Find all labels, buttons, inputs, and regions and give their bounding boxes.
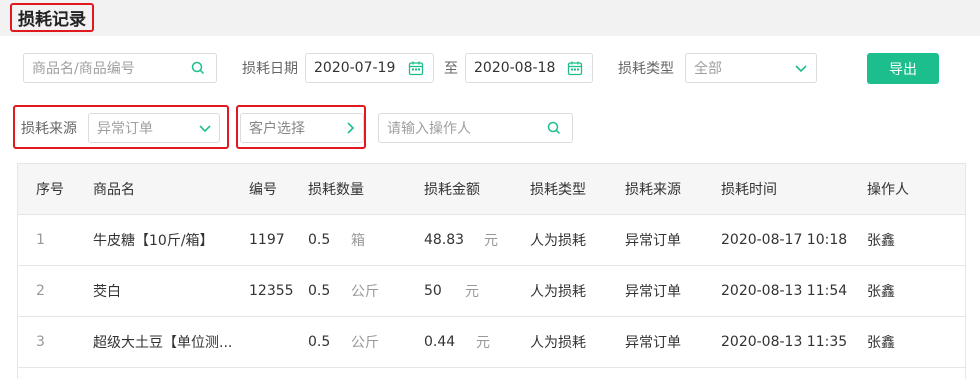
cell-amount: 50: [424, 283, 442, 299]
cell-amount: 0.44: [424, 334, 456, 350]
date-label: 损耗日期: [242, 61, 298, 77]
export-button[interactable]: 导出: [867, 53, 939, 84]
cell-qty: 0.5: [308, 334, 331, 350]
chevron-down-icon[interactable]: [794, 62, 808, 76]
header-type: 损耗类型: [530, 182, 586, 198]
cell-currency: 元: [484, 233, 498, 249]
table-row[interactable]: 1 牛皮糖【10斤/箱】 1197 0.5 箱 48.83 元 人为损耗 异常订…: [18, 215, 965, 266]
cell-time: 2020-08-13 11:35: [721, 334, 848, 350]
cell-name: 茭白: [93, 284, 121, 300]
header-name: 商品名: [93, 182, 135, 198]
date-to-value: 2020-08-18: [474, 60, 556, 76]
table-row[interactable]: 2 茭白 12355 0.5 公斤 50 元 人为损耗 异常订单 2020-08…: [18, 266, 965, 317]
cell-name: 超级大土豆【单位测...: [93, 335, 233, 351]
cell-type: 人为损耗: [530, 284, 586, 300]
date-separator: 至: [444, 61, 458, 77]
search-icon[interactable]: [545, 119, 563, 137]
operator-search-placeholder: 请输入操作人: [387, 121, 471, 137]
search-icon[interactable]: [189, 59, 207, 77]
cell-operator: 张鑫: [867, 233, 895, 249]
cell-no: 2: [36, 283, 45, 299]
cell-type: 人为损耗: [530, 233, 586, 249]
cell-unit: 箱: [351, 233, 365, 249]
chevron-right-icon[interactable]: [344, 121, 358, 135]
header-amount: 损耗金额: [424, 182, 480, 198]
cell-time: 2020-08-13 11:54: [721, 283, 848, 299]
header-qty: 损耗数量: [308, 182, 364, 198]
cell-type: 人为损耗: [530, 335, 586, 351]
operator-search-input[interactable]: 请输入操作人: [378, 113, 573, 143]
page-title-text: 损耗记录: [18, 10, 86, 30]
cell-amount: 48.83: [424, 232, 465, 248]
export-button-label: 导出: [889, 61, 917, 78]
header-no: 序号: [36, 182, 64, 198]
table-row[interactable]: 3 超级大土豆【单位测... 0.5 公斤 0.44 元 人为损耗 异常订单 2…: [18, 317, 965, 368]
header-source: 损耗来源: [625, 182, 681, 198]
cell-code: 1197: [249, 232, 285, 248]
product-search-input[interactable]: 商品名/商品编号: [23, 53, 217, 83]
cell-currency: 元: [476, 335, 490, 351]
date-from-value: 2020-07-19: [314, 60, 396, 76]
cell-unit: 公斤: [351, 335, 379, 351]
cell-source: 异常订单: [625, 233, 681, 249]
customer-select-label: 客户选择: [249, 121, 305, 137]
header-time: 损耗时间: [721, 182, 777, 198]
type-select-value: 全部: [694, 61, 722, 77]
chevron-down-icon[interactable]: [198, 122, 212, 136]
cell-unit: 公斤: [351, 284, 379, 300]
cell-no: 1: [36, 232, 45, 248]
calendar-icon[interactable]: [565, 58, 585, 78]
cell-qty: 0.5: [308, 283, 331, 299]
cell-operator: 张鑫: [867, 335, 895, 351]
source-select-value: 异常订单: [97, 121, 153, 137]
cell-operator: 张鑫: [867, 284, 895, 300]
cell-name: 牛皮糖【10斤/箱】: [93, 233, 214, 249]
loss-records-table: 序号 商品名 编号 损耗数量 损耗金额 损耗类型 损耗来源 损耗时间 操作人 1…: [17, 163, 966, 379]
cell-qty: 0.5: [308, 232, 331, 248]
header-operator: 操作人: [867, 182, 909, 198]
type-label: 损耗类型: [618, 61, 674, 77]
cell-code: 12355: [249, 283, 294, 299]
table-header: 序号 商品名 编号 损耗数量 损耗金额 损耗类型 损耗来源 损耗时间 操作人: [18, 164, 965, 215]
product-search-placeholder: 商品名/商品编号: [32, 61, 135, 77]
cell-currency: 元: [465, 284, 479, 300]
header-code: 编号: [249, 182, 277, 198]
cell-source: 异常订单: [625, 335, 681, 351]
cell-no: 3: [36, 334, 45, 350]
source-label: 损耗来源: [21, 121, 77, 137]
cell-time: 2020-08-17 10:18: [721, 232, 848, 248]
cell-source: 异常订单: [625, 284, 681, 300]
page-title: 损耗记录: [10, 3, 94, 32]
calendar-icon[interactable]: [406, 58, 426, 78]
